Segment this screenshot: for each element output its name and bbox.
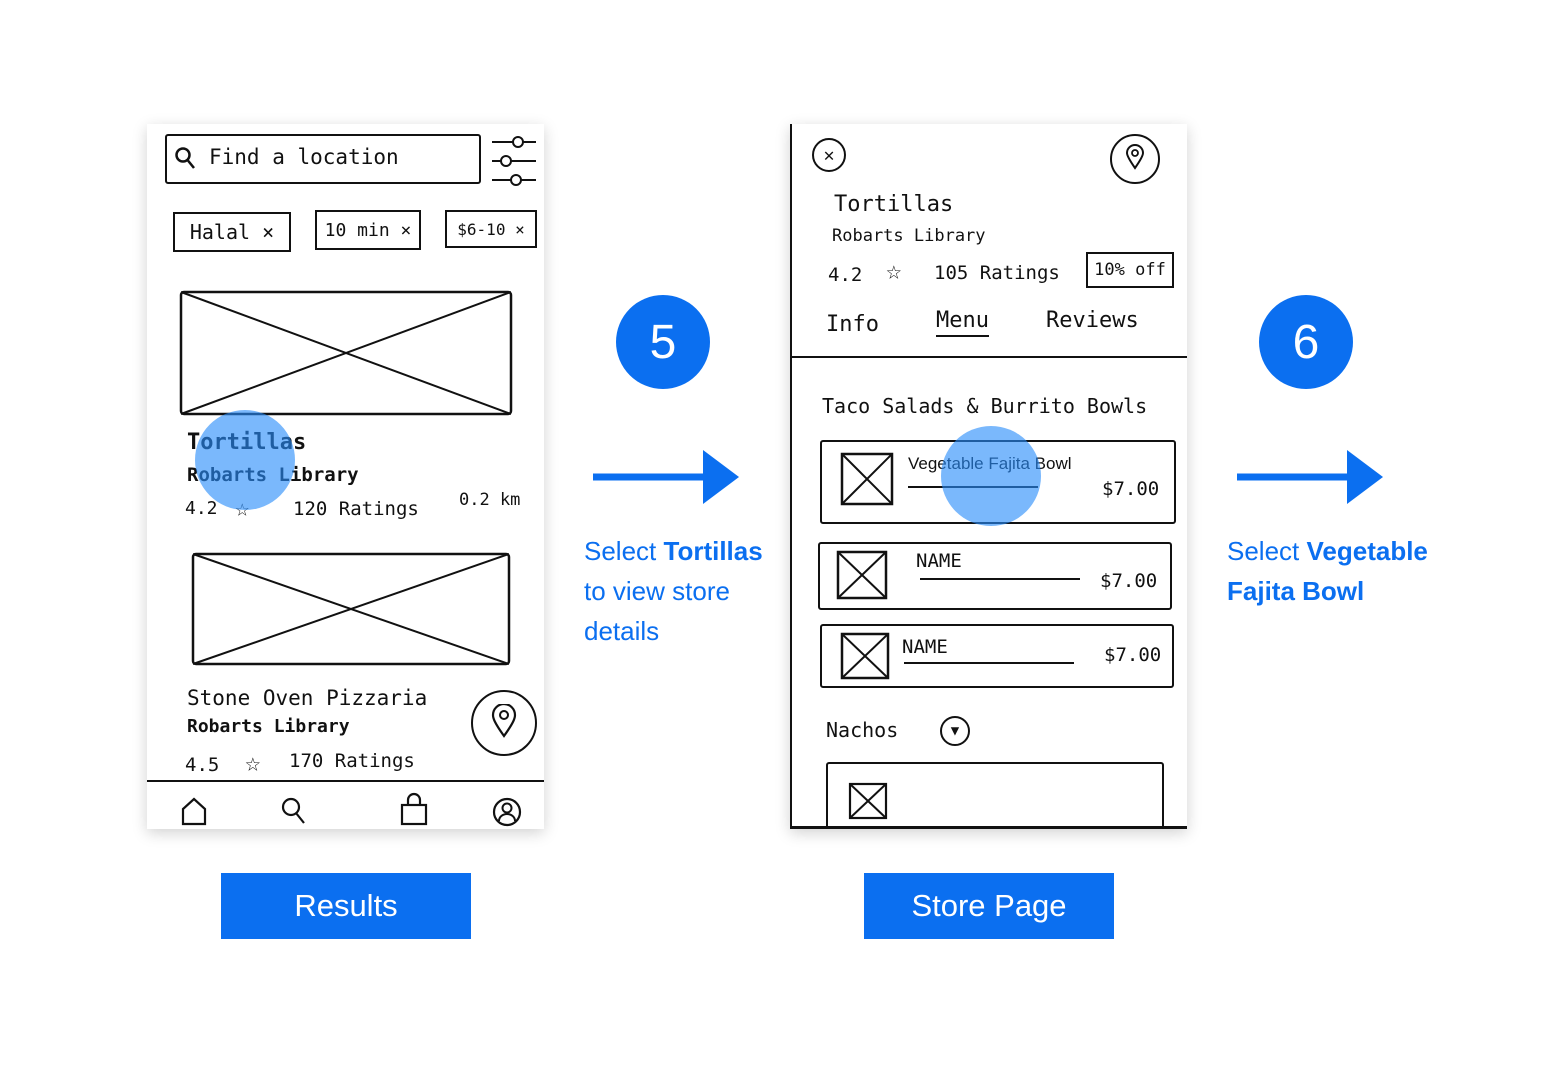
menu-item-price: $7.00 xyxy=(1102,478,1160,500)
menu-item-price: $7.00 xyxy=(1104,644,1162,666)
star-icon: ☆ xyxy=(245,748,261,778)
food-image-placeholder xyxy=(840,452,896,512)
food-image-placeholder xyxy=(848,782,890,826)
tap-indicator xyxy=(195,410,295,510)
close-icon: ✕ xyxy=(823,144,835,166)
location-pin-icon xyxy=(1125,144,1145,174)
tap-indicator xyxy=(941,426,1041,526)
results-screen: Find a location Halal × 10 min × $6-10 ×… xyxy=(147,124,544,829)
store-screen: ✕ Tortillas Robarts Library 4.2 ☆ 105 Ra… xyxy=(790,124,1187,829)
divider xyxy=(920,578,1080,580)
discount-badge: 10% off xyxy=(1086,252,1174,288)
divider xyxy=(790,356,1187,358)
chevron-down-icon: ▼ xyxy=(950,723,960,739)
store-distance: 0.2 km xyxy=(459,490,521,510)
divider xyxy=(790,124,792,829)
bag-icon[interactable] xyxy=(399,792,429,829)
screen-label-results: Results xyxy=(221,873,471,939)
home-icon[interactable] xyxy=(179,796,209,829)
section-heading: Nachos xyxy=(826,718,899,742)
arrow-right-icon xyxy=(1237,450,1385,509)
divider xyxy=(790,826,1187,829)
step-caption: Select Tortillas to view store details xyxy=(584,531,784,651)
tab-info[interactable]: Info xyxy=(826,312,879,337)
screen-label-store-page: Store Page xyxy=(864,873,1114,939)
tab-reviews[interactable]: Reviews xyxy=(1046,308,1139,333)
menu-item-name: NAME xyxy=(916,550,962,572)
divider xyxy=(904,662,1074,664)
store-name: Stone Oven Pizzaria xyxy=(187,686,428,710)
store-rating: 4.2 xyxy=(828,264,863,286)
menu-item[interactable] xyxy=(826,762,1164,829)
arrow-right-icon xyxy=(593,450,741,509)
close-button[interactable]: ✕ xyxy=(812,138,846,172)
filter-chip-time[interactable]: 10 min × xyxy=(315,210,421,250)
store-ratings-count: 105 Ratings xyxy=(934,262,1060,284)
step-number: 5 xyxy=(616,295,710,389)
filter-chip-halal[interactable]: Halal × xyxy=(173,212,291,252)
filter-chip-price[interactable]: $6-10 × xyxy=(445,210,537,248)
store-ratings-count: 120 Ratings xyxy=(293,498,419,520)
caption-text: to view store details xyxy=(584,576,730,646)
store-title: Tortillas xyxy=(834,192,954,217)
store-image-placeholder xyxy=(191,552,513,672)
profile-icon[interactable] xyxy=(491,796,523,829)
menu-item[interactable]: NAME $7.00 xyxy=(818,542,1172,610)
menu-item[interactable]: NAME $7.00 xyxy=(820,624,1174,688)
menu-item-name: NAME xyxy=(902,636,948,658)
search-placeholder: Find a location xyxy=(209,145,399,169)
caption-highlight: Tortillas xyxy=(663,536,763,566)
divider xyxy=(147,780,544,782)
search-icon xyxy=(173,145,197,175)
store-location: Robarts Library xyxy=(832,226,986,246)
store-image-placeholder xyxy=(179,290,515,422)
step-number: 6 xyxy=(1259,295,1353,389)
map-button[interactable] xyxy=(1110,134,1160,184)
menu-item-price: $7.00 xyxy=(1100,570,1158,592)
caption-text: Select xyxy=(584,536,664,566)
food-image-placeholder xyxy=(836,550,890,606)
step-caption: Select Vegetable Fajita Bowl xyxy=(1227,531,1457,611)
food-image-placeholder xyxy=(840,632,892,686)
caption-text: Select xyxy=(1227,536,1307,566)
tab-menu[interactable]: Menu xyxy=(936,308,989,337)
map-button[interactable] xyxy=(471,690,537,756)
section-heading: Taco Salads & Burrito Bowls xyxy=(822,394,1148,418)
store-rating: 4.5 xyxy=(185,754,220,776)
star-icon: ☆ xyxy=(886,256,902,286)
store-location: Robarts Library xyxy=(187,716,350,737)
expand-button[interactable]: ▼ xyxy=(940,716,970,746)
filter-sliders-icon[interactable] xyxy=(488,134,540,192)
location-pin-icon xyxy=(490,702,518,742)
store-rating: 4.2 xyxy=(185,498,218,519)
search-input[interactable]: Find a location xyxy=(165,134,481,184)
search-nav-icon[interactable] xyxy=(279,796,309,829)
store-ratings-count: 170 Ratings xyxy=(289,750,415,772)
